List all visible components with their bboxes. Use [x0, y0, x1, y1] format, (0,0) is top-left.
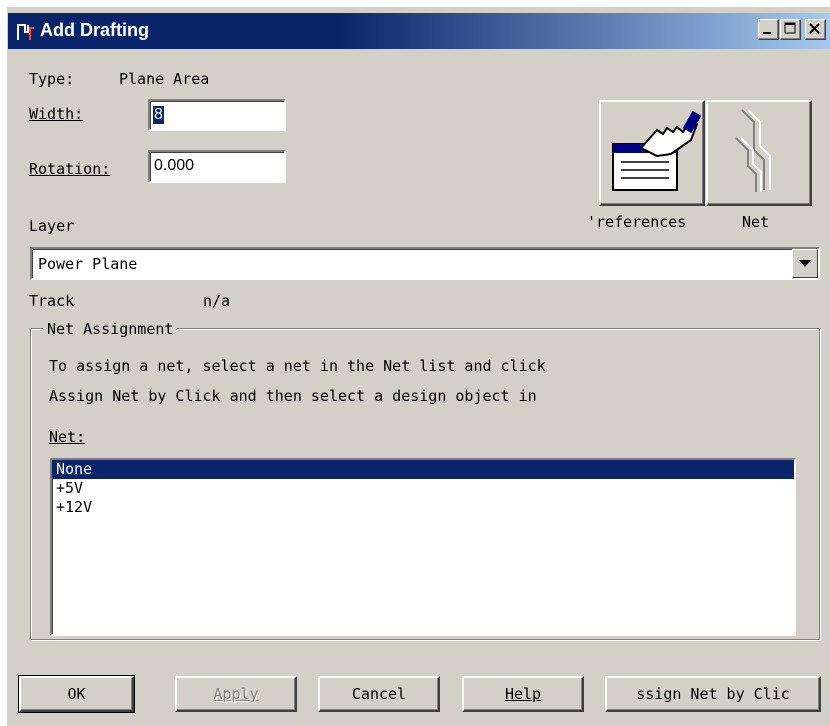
list-item[interactable]: +5V: [52, 479, 794, 498]
net-traces-icon: [735, 109, 771, 192]
help-button-label: Help: [504, 685, 542, 703]
layer-selected-value: Power Plane: [38, 255, 138, 273]
apply-button[interactable]: Apply: [175, 676, 297, 712]
preferences-icon: [612, 110, 702, 191]
minimize-icon: [763, 32, 771, 34]
rotation-value: 0.000: [154, 157, 195, 174]
width-value: 8: [153, 106, 164, 124]
layer-label: Layer: [29, 217, 75, 235]
preferences-label: 'references: [587, 213, 687, 231]
net-list-label: Net:: [49, 428, 86, 446]
type-value: Plane Area: [119, 70, 210, 88]
track-value: n/a: [203, 292, 231, 310]
rotation-field[interactable]: 0.000: [148, 150, 286, 183]
maximize-button[interactable]: [780, 19, 801, 40]
maximize-icon: [784, 22, 796, 34]
close-icon: [809, 23, 820, 34]
net-button[interactable]: [706, 100, 812, 206]
list-item[interactable]: None: [52, 460, 794, 479]
close-button[interactable]: [805, 19, 826, 40]
help-button[interactable]: Help: [462, 676, 584, 712]
list-item[interactable]: +12V: [52, 498, 794, 517]
rotation-label: Rotation:: [29, 160, 111, 178]
net-button-label: Net: [742, 213, 770, 231]
ok-button[interactable]: OK: [18, 675, 135, 713]
assign-net-by-click-button[interactable]: ssign Net by Clic: [605, 676, 821, 712]
layer-select[interactable]: Power Plane: [30, 247, 820, 280]
width-field[interactable]: 8: [148, 99, 286, 131]
apply-button-label: Apply: [213, 685, 259, 703]
preferences-button[interactable]: [599, 100, 705, 206]
minimize-button[interactable]: [758, 19, 779, 40]
instructions-line1: To assign a net, select a net in the Net…: [49, 357, 546, 375]
layer-dropdown-button[interactable]: [792, 249, 818, 278]
instructions-line2: Assign Net by Click and then select a de…: [49, 387, 537, 405]
width-label: Width:: [29, 105, 84, 123]
type-label: Type:: [29, 70, 75, 88]
chevron-down-icon: [799, 260, 811, 267]
net-list[interactable]: None +5V +12V: [50, 458, 796, 636]
cancel-button[interactable]: Cancel: [318, 676, 440, 712]
window-title: Add Drafting: [40, 20, 149, 40]
app-icon: [17, 24, 34, 40]
track-label: Track: [29, 292, 75, 310]
net-assignment-title: Net Assignment: [43, 320, 178, 338]
